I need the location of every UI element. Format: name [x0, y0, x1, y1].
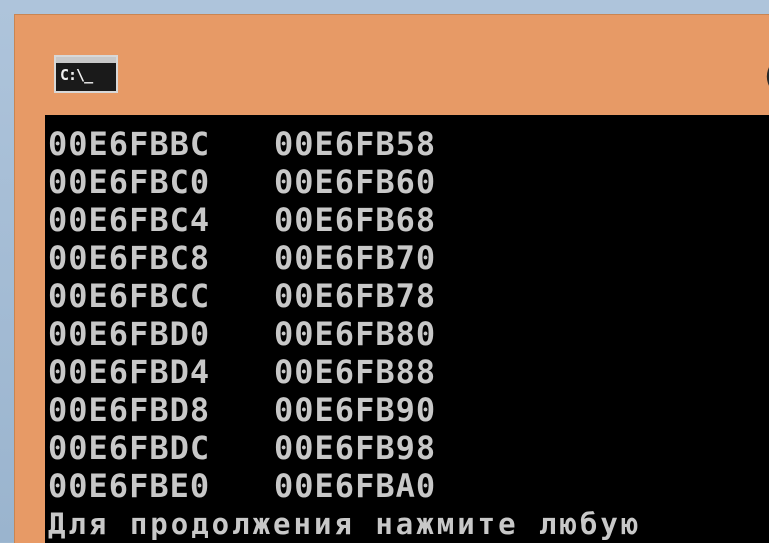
window-titlebar[interactable]: C:\_ ( — [15, 15, 769, 113]
console-line: 00E6FBD4 00E6FB88 — [48, 353, 641, 391]
console-lines: 00E6FBBC 00E6FB58 00E6FBC0 00E6FB60 00E6FBC4… — [48, 125, 641, 543]
icon-titlebar-strip — [56, 57, 116, 63]
address-value-second: 00E6FB78 — [274, 277, 437, 315]
console-window[interactable]: C:\_ ( 00E6FBBC00E6FB5800E6FBC000E6FB600… — [14, 14, 769, 543]
address-value-first: 00E6FBBC — [48, 125, 211, 163]
address-value-second: 00E6FB58 — [274, 125, 437, 163]
console-line: 00E6FBC8 00E6FB70 — [48, 239, 641, 277]
address-value-first: 00E6FBC4 — [48, 201, 211, 239]
press-any-key-prompt: Для продолжения нажмите любую — [48, 507, 642, 541]
address-value-second: 00E6FB80 — [274, 315, 437, 353]
console-line: 00E6FBD8 00E6FB90 — [48, 391, 641, 429]
console-line: 00E6FBD0 00E6FB80 — [48, 315, 641, 353]
console-line: 00E6FBC4 00E6FB68 — [48, 201, 641, 239]
console-line: 00E6FBC0 00E6FB60 — [48, 163, 641, 201]
address-value-second: 00E6FB88 — [274, 353, 437, 391]
address-value-first: 00E6FBC0 — [48, 163, 211, 201]
command-prompt-icon[interactable]: C:\_ — [54, 55, 118, 93]
address-value-first: 00E6FBD0 — [48, 315, 211, 353]
address-value-second: 00E6FB68 — [274, 201, 437, 239]
address-value-second: 00E6FBA0 — [274, 467, 437, 505]
address-value-first: 00E6FBC8 — [48, 239, 211, 277]
console-line: 00E6FBDC 00E6FB98 — [48, 429, 641, 467]
command-prompt-icon-label: C:\_ — [60, 66, 93, 84]
title-edge-glyph: ( — [764, 59, 769, 94]
address-value-second: 00E6FB70 — [274, 239, 437, 277]
console-line: 00E6FBCC 00E6FB78 — [48, 277, 641, 315]
desktop-background: C:\_ ( 00E6FBBC00E6FB5800E6FBC000E6FB600… — [0, 0, 769, 543]
console-line: 00E6FBBC 00E6FB58 — [48, 125, 641, 163]
console-line: 00E6FBE0 00E6FBA0 — [48, 467, 641, 505]
address-value-first: 00E6FBD8 — [48, 391, 211, 429]
address-value-first: 00E6FBD4 — [48, 353, 211, 391]
address-value-second: 00E6FB98 — [274, 429, 437, 467]
address-value-second: 00E6FB90 — [274, 391, 437, 429]
address-value-second: 00E6FB60 — [274, 163, 437, 201]
address-value-first: 00E6FBDC — [48, 429, 211, 467]
address-value-first: 00E6FBCC — [48, 277, 211, 315]
address-value-first: 00E6FBE0 — [48, 467, 211, 505]
console-output-area[interactable]: 00E6FBBC 00E6FB58 00E6FBC0 00E6FB60 00E6FBC4… — [45, 115, 769, 543]
